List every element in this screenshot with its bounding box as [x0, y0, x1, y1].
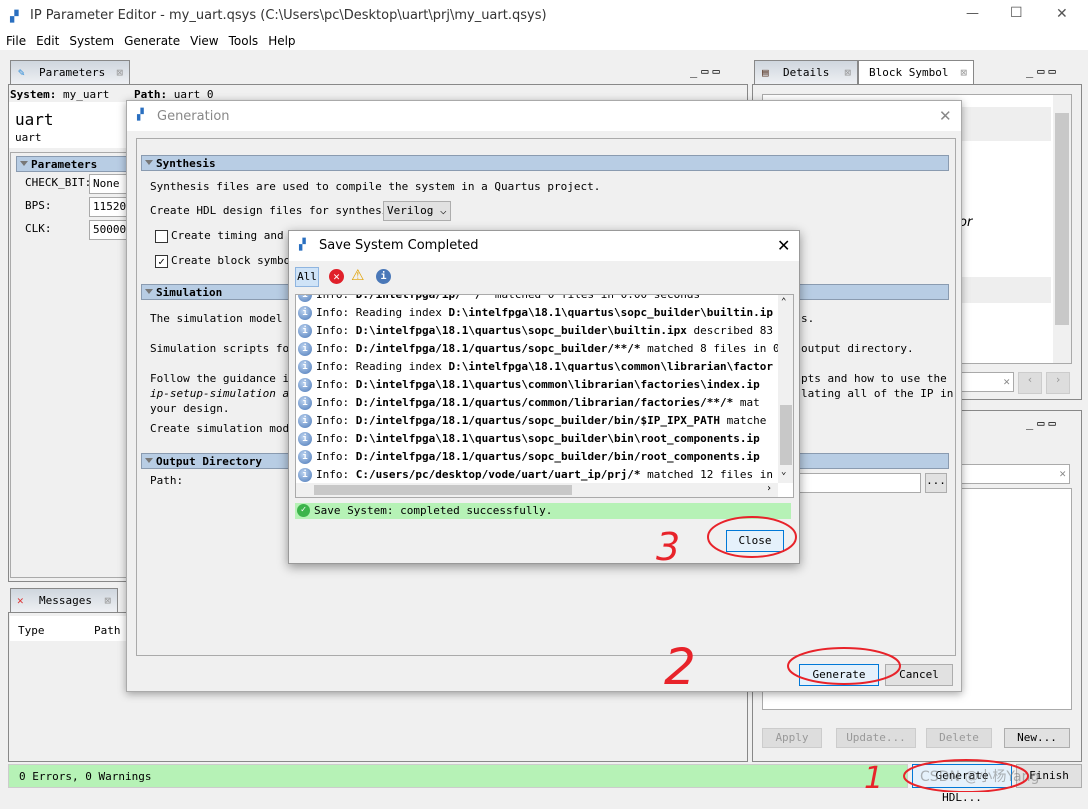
annotation-circle-close	[707, 516, 797, 558]
annotation-mark-1: 1	[864, 761, 883, 792]
annotation-mark-3: 3	[656, 525, 680, 569]
annotation-circle-generate	[787, 647, 901, 685]
annotation-layer: 1 2 3	[656, 516, 1029, 792]
annotation-circle-generate-hdl	[903, 759, 1029, 792]
annotation-mark-2: 2	[664, 638, 696, 696]
